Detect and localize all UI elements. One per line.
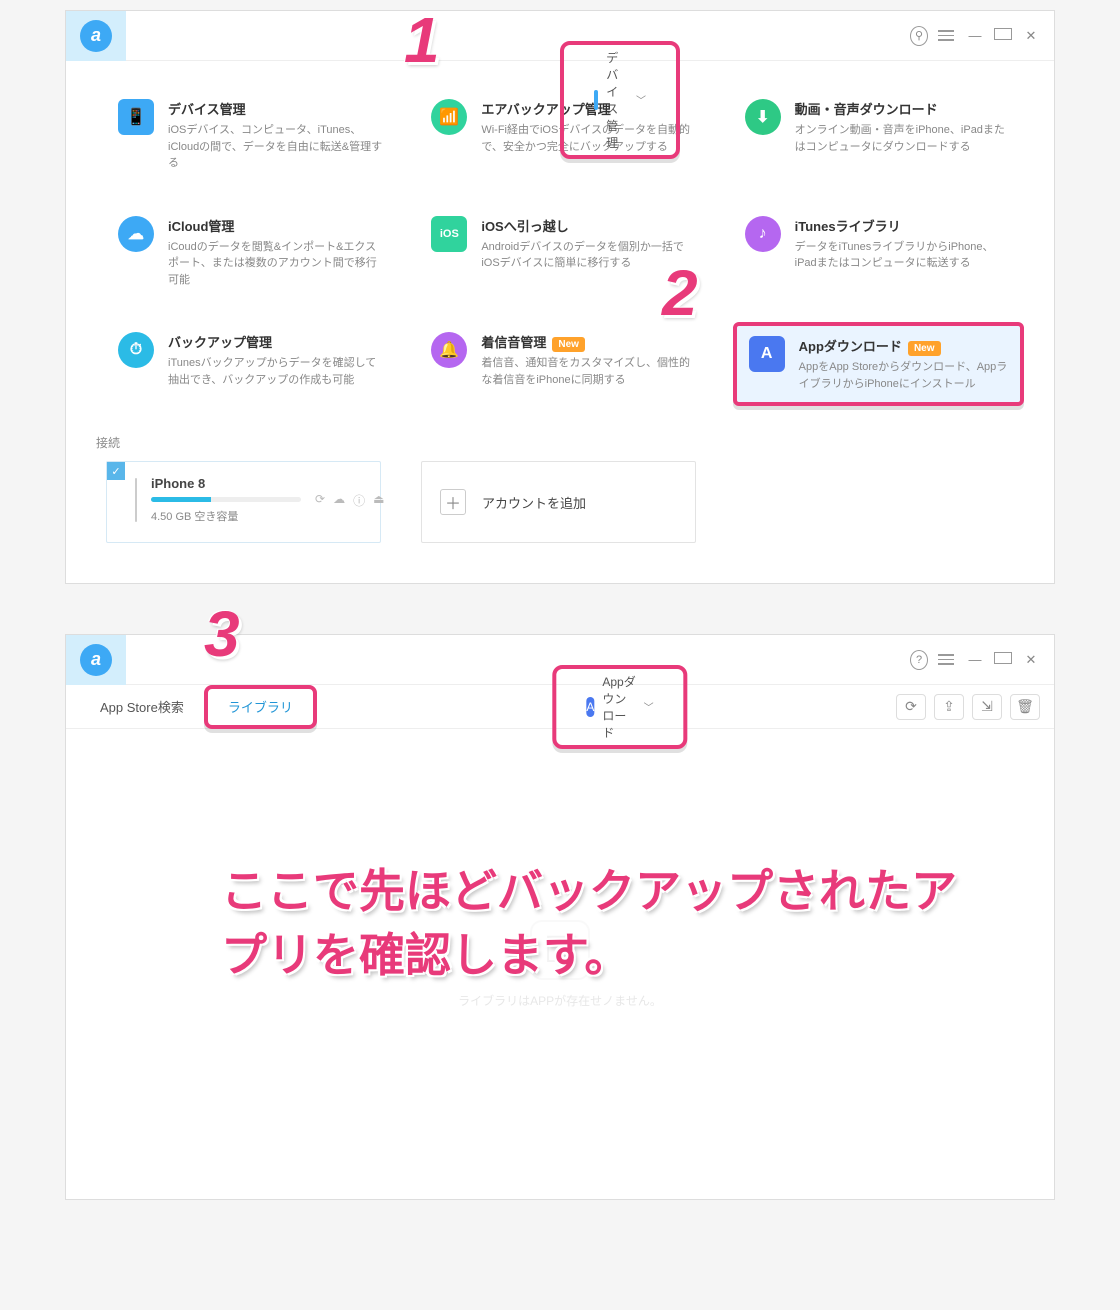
- annotation-caption: ここで先ほどバックアップされたアプリを確認します。: [221, 859, 981, 988]
- feature-desc: iCoudのデータを閲覧&インポート&エクスポート、または複数のアカウント間で移…: [168, 239, 385, 289]
- sync-icon[interactable]: ⟳: [315, 492, 325, 509]
- plus-icon: ＋: [440, 489, 466, 515]
- device-icon: [135, 478, 137, 522]
- maximize-button[interactable]: [994, 652, 1012, 667]
- feature-title: 動画・音声ダウンロード: [795, 99, 1012, 118]
- ios-icon: iOS: [431, 216, 467, 252]
- clock-icon: ⏱: [118, 332, 154, 368]
- eject-icon[interactable]: ⏏: [373, 492, 384, 509]
- annotation-3: 3: [204, 597, 240, 671]
- toolbar-buttons: ⟳ ⇪ ⇲ 🗑: [896, 694, 1040, 720]
- feature-title: AppダウンロードNew: [799, 336, 1008, 355]
- feature-title: iOSへ引っ越し: [481, 216, 698, 235]
- info-icon[interactable]: ⓘ: [353, 492, 365, 509]
- device-selected-check-icon: ✓: [107, 462, 125, 480]
- empty-message: ライブラリはAPPが存在せノません。: [458, 992, 662, 1009]
- feature-clock[interactable]: ⏱ バックアップ管理 iTunesバックアップからデータを確認して抽出でき、バックア…: [106, 322, 397, 406]
- feature-desc: オンライン動画・音声をiPhone、iPadまたはコンピュータにダウンロードする: [795, 122, 1012, 155]
- feature-desc: iTunesバックアップからデータを確認して抽出でき、バックアップの作成も可能: [168, 355, 385, 388]
- feature-desc: AppをApp Storeからダウンロード、AppライブラリからiPhoneにイ…: [799, 359, 1008, 392]
- feature-bell[interactable]: 🔔 着信音管理New 着信音、通知音をカスタマイズし、個性的な着信音をiPhoneに…: [419, 322, 710, 406]
- appstore-icon: A: [586, 697, 594, 717]
- chevron-down-icon: ﹀: [636, 92, 646, 107]
- titlebar: a デバイス管理 ﹀ 1 ⚲ — ✕: [66, 11, 1054, 61]
- feature-desc: iOSデバイス、コンピュータ、iTunes、iCloudの間で、データを自由に転…: [168, 122, 385, 172]
- import-button[interactable]: ⇲: [972, 694, 1002, 720]
- window-controls: ⚲ — ✕: [910, 26, 1054, 46]
- new-badge: New: [908, 341, 941, 356]
- device-actions: ⟳ ☁ ⓘ ⏏: [315, 492, 384, 509]
- minimize-button[interactable]: —: [966, 652, 984, 667]
- new-badge: New: [552, 337, 585, 352]
- storage-bar: [151, 497, 301, 502]
- annotation-2: 2: [662, 256, 698, 330]
- add-account-label: アカウントを追加: [482, 493, 586, 512]
- close-button[interactable]: ✕: [1022, 28, 1040, 44]
- window-app-download: 3 a A Appダウンロード ﹀ ? — ✕ App Store検索 ライブラ…: [65, 634, 1055, 1200]
- delete-button[interactable]: 🗑: [1010, 694, 1040, 720]
- help-icon[interactable]: ?: [910, 650, 928, 670]
- feature-desc: データをiTunesライブラリからiPhone、iPadまたはコンピュータに転送…: [795, 239, 1012, 272]
- feature-title: 着信音管理New: [481, 332, 698, 351]
- app-logo: a: [66, 11, 126, 61]
- music-icon: ♪: [745, 216, 781, 252]
- feature-title: バックアップ管理: [168, 332, 385, 351]
- refresh-button[interactable]: ⟳: [896, 694, 926, 720]
- download-icon: ⬇: [745, 99, 781, 135]
- wifi-icon: 📶: [431, 99, 467, 135]
- menu-icon[interactable]: [938, 30, 956, 41]
- connect-label: 接続: [66, 426, 1054, 461]
- feature-title: iCloud管理: [168, 216, 385, 235]
- app-logo: a: [66, 635, 126, 685]
- app-logo-icon: a: [80, 644, 112, 676]
- feature-desc: 着信音、通知音をカスタマイズし、個性的な着信音をiPhoneに同期する: [481, 355, 698, 388]
- export-button[interactable]: ⇪: [934, 694, 964, 720]
- feature-title: iTunesライブラリ: [795, 216, 1012, 235]
- bell-icon: 🔔: [431, 332, 467, 368]
- cloud-icon: ☁: [118, 216, 154, 252]
- minimize-button[interactable]: —: [966, 28, 984, 43]
- device-card[interactable]: ✓ iPhone 8 4.50 GB 空き容量 ⟳ ☁ ⓘ ⏏: [106, 461, 381, 543]
- feature-phone[interactable]: 📱 デバイス管理 iOSデバイス、コンピュータ、iTunes、iCloudの間で、デ…: [106, 89, 397, 182]
- feature-cloud[interactable]: ☁ iCloud管理 iCoudのデータを閲覧&インポート&エクスポート、または複数…: [106, 206, 397, 299]
- phone-icon: 📱: [118, 99, 154, 135]
- nav-title: デバイス管理: [606, 49, 628, 151]
- app-icon: A: [749, 336, 785, 372]
- nav-dropdown[interactable]: デバイス管理 ﹀: [560, 41, 680, 159]
- tab-app-store-search[interactable]: App Store検索: [80, 685, 204, 729]
- feature-download[interactable]: ⬇ 動画・音声ダウンロードオンライン動画・音声をiPhone、iPadまたはコンピ…: [733, 89, 1024, 182]
- tab-library[interactable]: ライブラリ: [204, 685, 317, 729]
- close-button[interactable]: ✕: [1022, 652, 1040, 668]
- window-controls: ? — ✕: [910, 650, 1054, 670]
- backup-icon[interactable]: ☁: [333, 492, 345, 509]
- device-name: iPhone 8: [151, 476, 301, 491]
- window-device-management: a デバイス管理 ﹀ 1 ⚲ — ✕ 📱 デバイス管理 iOSデバイス、コンピュータ…: [65, 10, 1055, 584]
- add-account-button[interactable]: ＋ アカウントを追加: [421, 461, 696, 543]
- library-content: ☐ ライブラリはAPPが存在せノません。 ここで先ほどバックアップされたアプリを…: [66, 729, 1054, 1199]
- annotation-1: 1: [404, 3, 440, 77]
- phone-icon: [594, 90, 598, 110]
- device-free-space: 4.50 GB 空き容量: [151, 508, 301, 524]
- maximize-button[interactable]: [994, 28, 1012, 43]
- feature-music[interactable]: ♪ iTunesライブラリデータをiTunesライブラリからiPhone、iPad…: [733, 206, 1024, 299]
- feature-title: デバイス管理: [168, 99, 385, 118]
- feature-app[interactable]: A AppダウンロードNew AppをApp Storeからダウンロード、Appライ…: [733, 322, 1024, 406]
- connection-row: ✓ iPhone 8 4.50 GB 空き容量 ⟳ ☁ ⓘ ⏏ ＋ アカウントを…: [66, 461, 1054, 583]
- search-icon[interactable]: ⚲: [910, 26, 928, 46]
- app-logo-icon: a: [80, 20, 112, 52]
- chevron-down-icon: ﹀: [644, 699, 654, 714]
- menu-icon[interactable]: [938, 654, 956, 665]
